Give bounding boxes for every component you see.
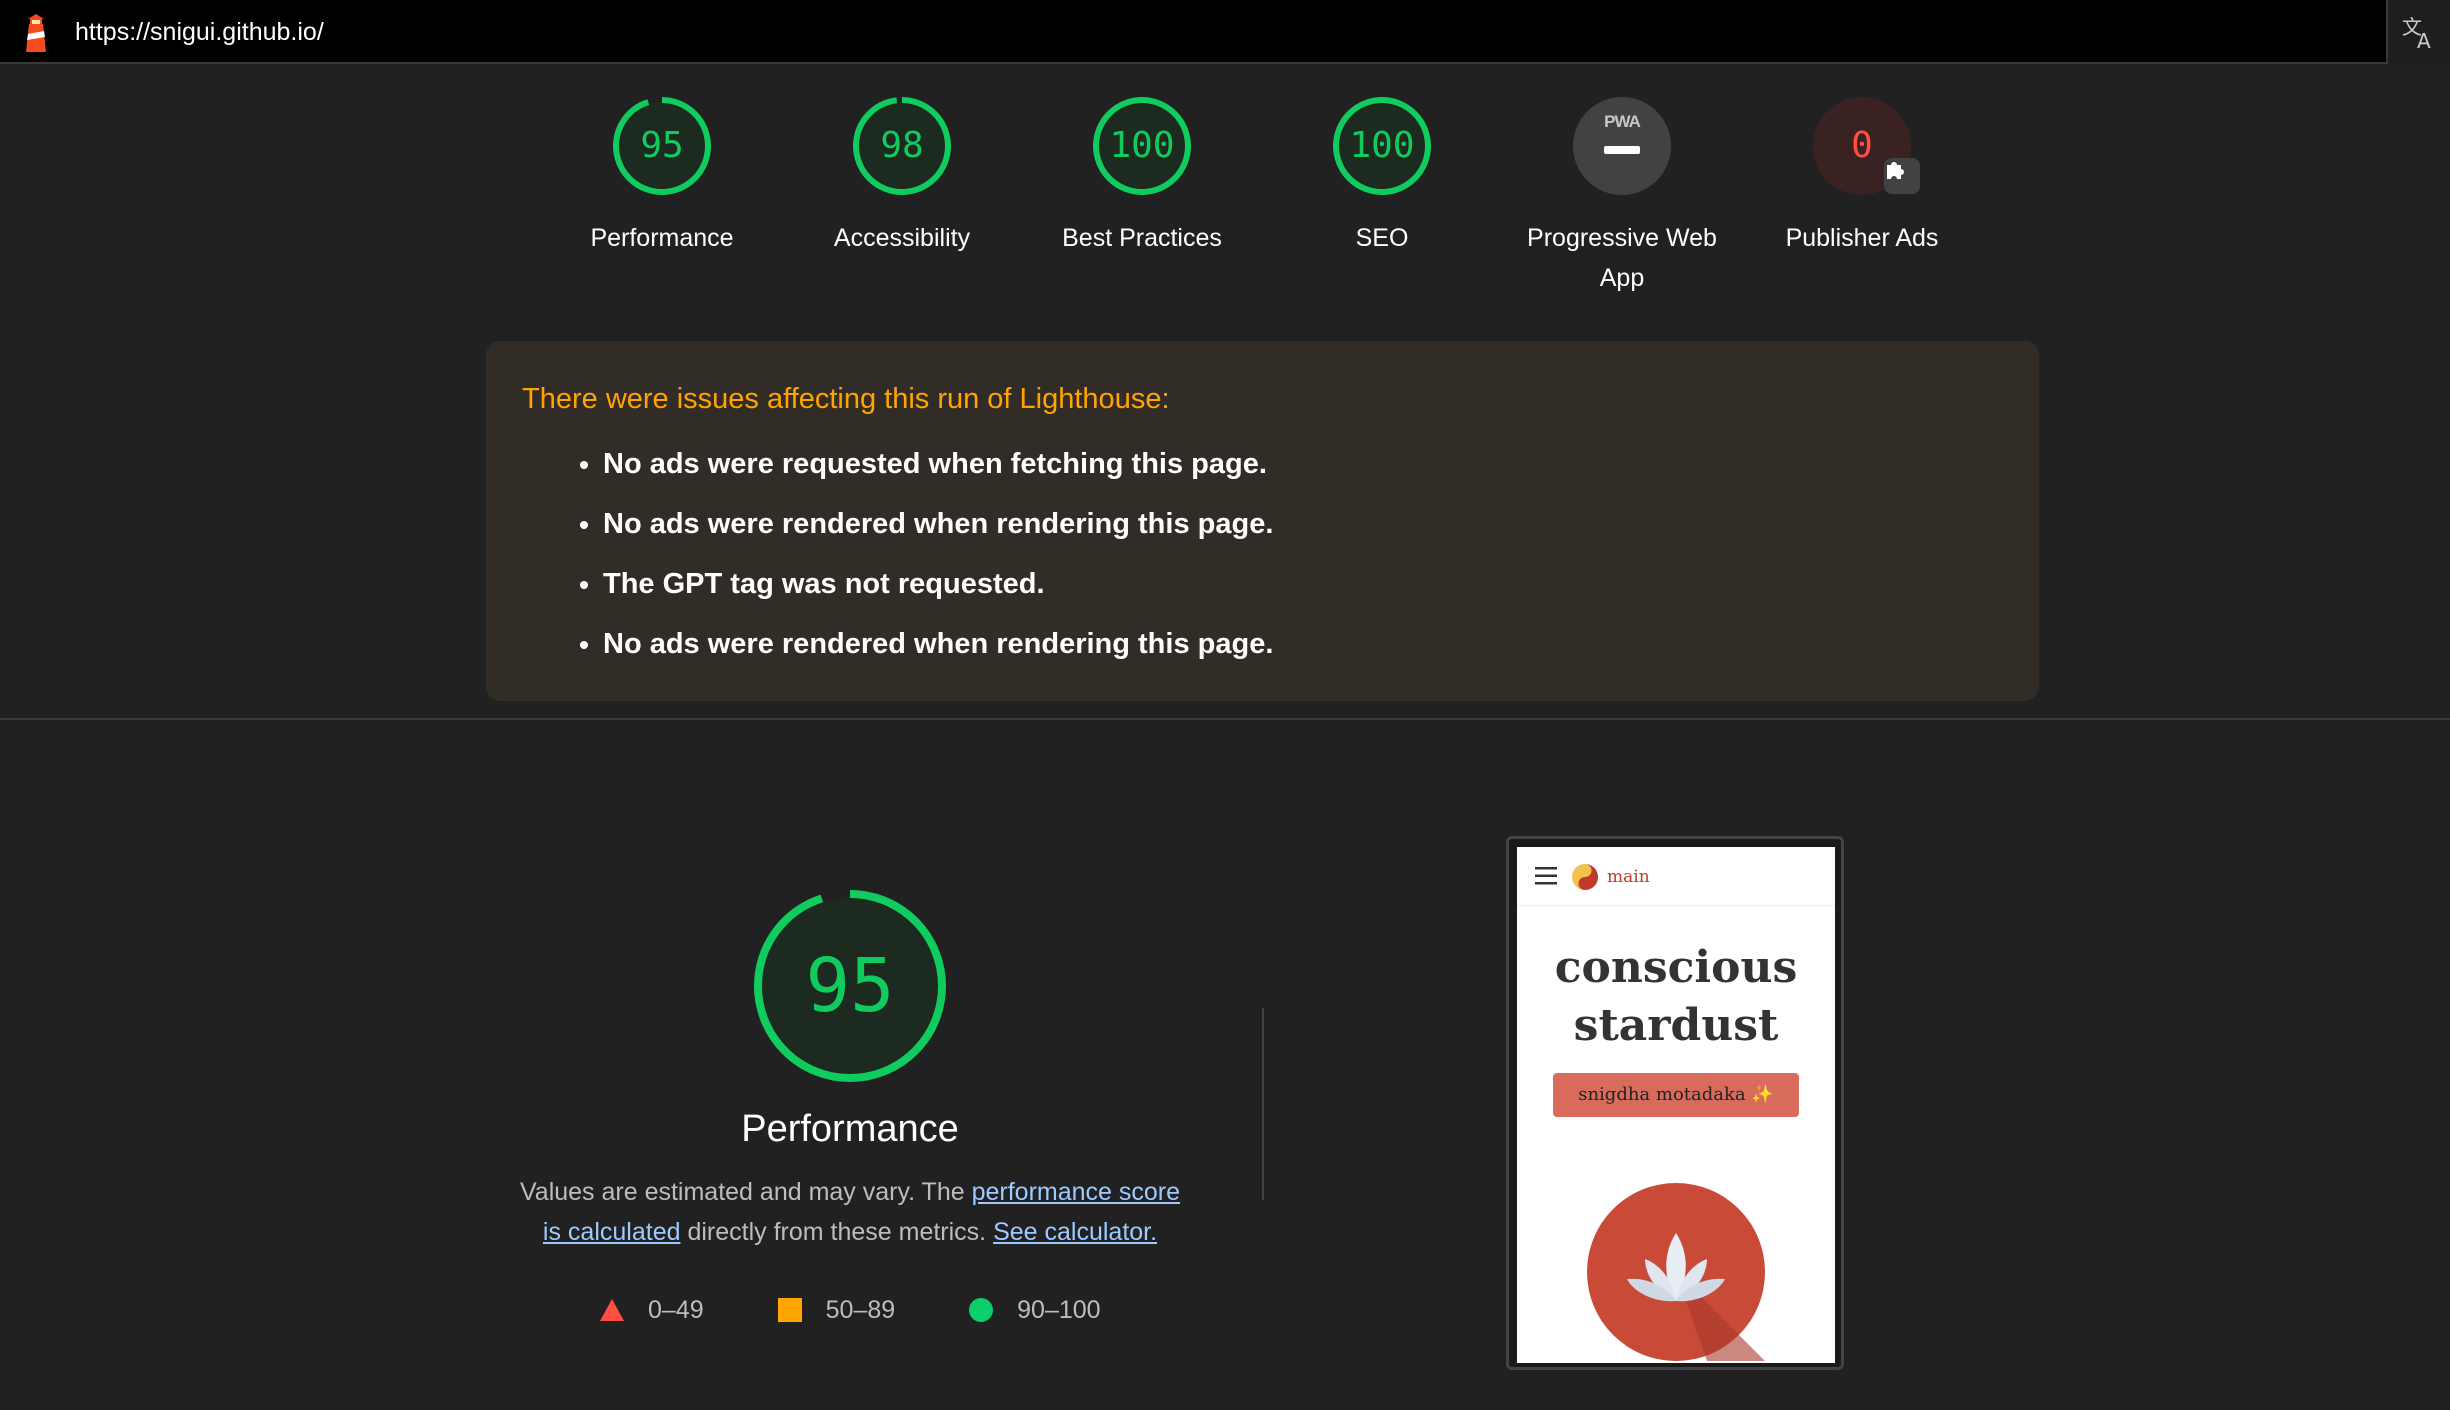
- lighthouse-icon: [26, 14, 46, 52]
- legend-range: 50–89: [825, 1295, 896, 1324]
- pwa-badge-icon: [1573, 97, 1671, 195]
- gauge-score: 100: [1109, 125, 1175, 166]
- performance-title: Performance: [741, 1108, 959, 1150]
- gauge-label: SEO: [1355, 224, 1409, 252]
- gauge-label: Accessibility: [833, 224, 971, 252]
- performance-description: Values are estimated and may vary. The p…: [510, 1172, 1190, 1252]
- desc-text: Values are estimated and may vary. The: [519, 1178, 972, 1206]
- translate-icon: 文 A: [2402, 15, 2431, 50]
- category-performance[interactable]: 95 Performance: [542, 96, 782, 258]
- warnings-list: No ads were requested when fetching this…: [522, 434, 2003, 674]
- warnings-box: There were issues affecting this run of …: [486, 341, 2039, 701]
- vertical-divider: [1262, 1008, 1264, 1200]
- thumb-title-line: stardust: [1573, 1000, 1779, 1051]
- warning-item: No ads were rendered when rendering this…: [603, 614, 2003, 674]
- warning-item: The GPT tag was not requested.: [603, 554, 2003, 614]
- category-accessibility[interactable]: 98 Accessibility: [782, 96, 1022, 258]
- top-bar: https://snigui.github.io/ 文 A: [0, 0, 2450, 64]
- legend-fail: 0–49: [600, 1296, 704, 1325]
- triangle-icon: [600, 1299, 624, 1321]
- category-pwa[interactable]: PWA Progressive Web App: [1502, 96, 1742, 298]
- lotus-icon: [1587, 1183, 1765, 1361]
- thumb-title-line: conscious: [1554, 942, 1798, 993]
- legend-pass: 90–100: [969, 1295, 1101, 1325]
- translate-button[interactable]: 文 A: [2386, 0, 2450, 64]
- page-url: https://snigui.github.io/: [75, 18, 324, 46]
- gauge-label: Publisher Ads: [1785, 224, 1939, 252]
- thumb-site-title: conscious stardust: [1517, 939, 1835, 1055]
- gauge-label: Performance: [590, 224, 734, 252]
- thumb-nav: main: [1517, 847, 1835, 906]
- pwa-badge-text: PWA: [1604, 112, 1641, 131]
- square-icon: [777, 1298, 802, 1322]
- performance-gauge: 95: [752, 888, 948, 1084]
- desc-text: directly from these metrics.: [680, 1218, 994, 1246]
- legend-range: 0–49: [648, 1295, 704, 1324]
- yin-yang-logo-icon: [1572, 864, 1598, 890]
- score-legend: 0–49 50–89 90–100: [600, 1294, 1175, 1326]
- warning-item: No ads were requested when fetching this…: [603, 434, 2003, 494]
- category-publisher-ads[interactable]: 0 Publisher Ads: [1742, 96, 1982, 258]
- svg-text:A: A: [2417, 29, 2431, 50]
- see-calculator-link[interactable]: See calculator.: [993, 1218, 1157, 1246]
- warnings-title: There were issues affecting this run of …: [522, 383, 1170, 415]
- gauge-score: 98: [880, 125, 924, 166]
- gauge-label: Best Practices: [1062, 224, 1222, 252]
- warning-item: No ads were rendered when rendering this…: [603, 494, 2003, 554]
- puzzle-icon: [1887, 162, 1904, 179]
- legend-average: 50–89: [777, 1295, 896, 1325]
- section-divider: [0, 718, 2450, 720]
- category-best-practices[interactable]: 100 Best Practices: [1022, 96, 1262, 258]
- thumb-nav-main: main: [1607, 867, 1650, 887]
- legend-range: 90–100: [1017, 1295, 1101, 1324]
- gauge-label: Progressive Web App: [1527, 224, 1717, 292]
- screenshot-page: main conscious stardust snigdha motadaka…: [1517, 847, 1835, 1363]
- plugin-badge: [1884, 158, 1920, 194]
- final-screenshot[interactable]: main conscious stardust snigdha motadaka…: [1506, 836, 1844, 1370]
- performance-score: 95: [805, 943, 895, 1029]
- gauge-score: 100: [1349, 125, 1415, 166]
- thumb-name-button: snigdha motadaka ✨: [1553, 1073, 1799, 1117]
- gauge-score: 95: [640, 125, 684, 166]
- category-seo[interactable]: 100 SEO: [1262, 96, 1502, 258]
- hamburger-icon: [1535, 867, 1557, 885]
- circle-icon: [969, 1298, 994, 1322]
